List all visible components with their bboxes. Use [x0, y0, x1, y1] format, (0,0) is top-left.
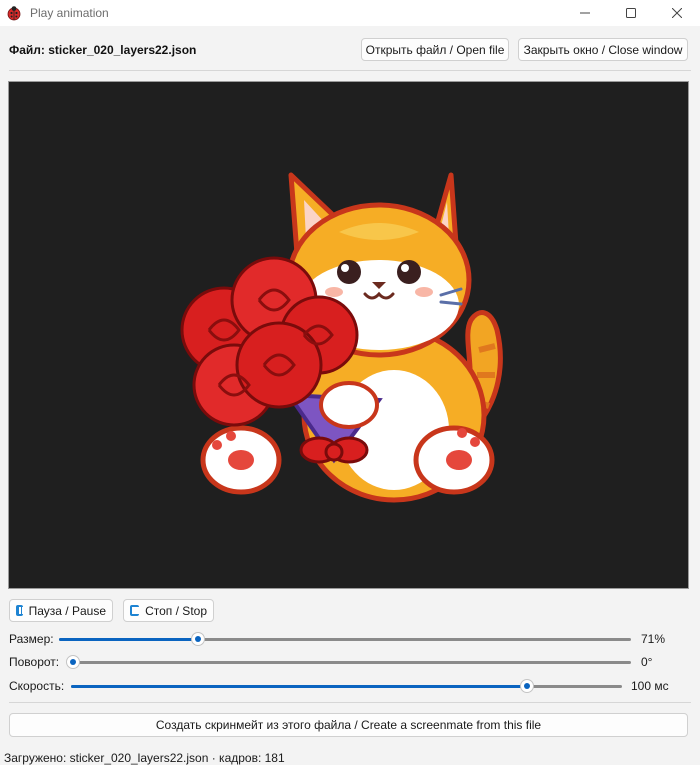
minimize-icon [580, 12, 590, 14]
size-row: Размер: 71% [0, 631, 700, 647]
rotation-label: Поворот: [9, 655, 60, 669]
rotation-slider-thumb[interactable] [66, 655, 80, 669]
animation-canvas [8, 81, 689, 589]
maximize-button[interactable] [608, 0, 654, 26]
file-toolbar: Файл: sticker_020_layers22.json Открыть … [0, 36, 700, 64]
minimize-button[interactable] [562, 0, 608, 26]
file-name-label: Файл: sticker_020_layers22.json [9, 43, 197, 57]
rotation-value: 0° [641, 655, 653, 669]
size-label: Размер: [9, 632, 54, 646]
status-bar: Загружено: sticker_020_layers22.json · к… [4, 751, 285, 765]
maximize-icon [626, 8, 636, 18]
speed-value: 100 мс [631, 679, 669, 693]
speed-slider-thumb[interactable] [519, 679, 534, 693]
create-screenmate-button[interactable]: Создать скринмейт из этого файла / Creat… [9, 713, 688, 737]
pause-button-label: Пауза / Pause [28, 603, 106, 618]
divider [9, 702, 691, 703]
window-controls [562, 0, 700, 26]
open-file-button[interactable]: Открыть файл / Open file [361, 38, 509, 61]
size-slider[interactable] [59, 632, 631, 646]
speed-label: Скорость: [9, 679, 65, 693]
rotation-slider[interactable] [66, 655, 631, 669]
stop-button[interactable]: Стоп / Stop [123, 599, 214, 622]
speed-row: Скорость: 100 мс [0, 678, 700, 694]
title-bar: Play animation [0, 0, 700, 26]
speed-slider-fill [71, 685, 527, 688]
pause-button[interactable]: Пауза / Pause [9, 599, 113, 622]
size-slider-thumb[interactable] [190, 632, 205, 646]
close-button[interactable] [654, 0, 700, 26]
cat-with-roses-sticker [180, 172, 503, 503]
divider [9, 70, 691, 71]
close-window-button[interactable]: Закрыть окно / Close window [518, 38, 688, 61]
window-title: Play animation [30, 6, 109, 20]
stop-button-label: Стоп / Stop [145, 603, 207, 618]
stop-icon [130, 605, 140, 616]
size-value: 71% [641, 632, 666, 646]
ladybug-icon [7, 6, 21, 21]
close-icon [672, 8, 682, 18]
rotation-row: Поворот: 0° [0, 654, 700, 670]
pause-icon [16, 605, 24, 616]
size-slider-fill [59, 638, 198, 641]
speed-slider[interactable] [71, 679, 622, 693]
